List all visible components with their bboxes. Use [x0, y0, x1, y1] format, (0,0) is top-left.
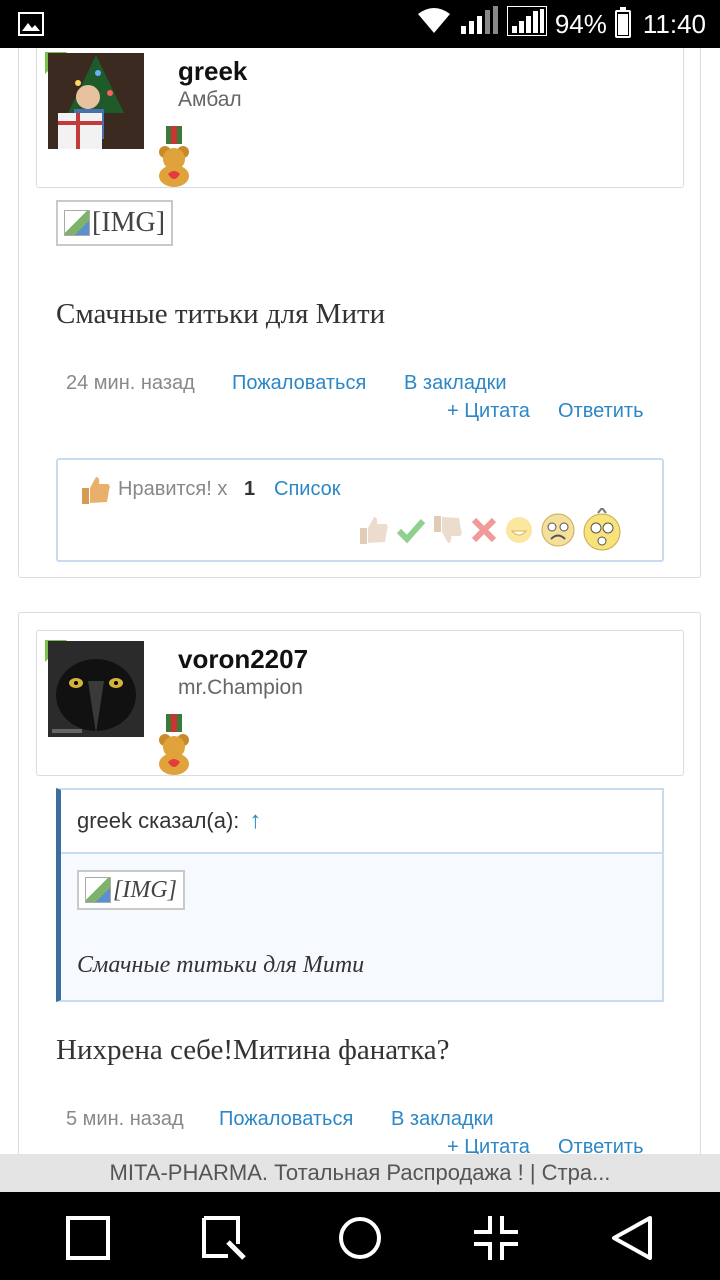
report-link[interactable]: Пожаловаться — [219, 1108, 353, 1131]
username[interactable]: greek — [178, 56, 247, 87]
quote-link[interactable]: + Цитата — [447, 1136, 530, 1154]
shocked-icon[interactable] — [582, 506, 622, 557]
quote-link[interactable]: + Цитата — [447, 400, 530, 423]
broken-image-icon — [85, 877, 111, 903]
username[interactable]: voron2207 — [178, 644, 308, 675]
post-message: Смачные титьки для Мити — [56, 298, 386, 330]
bookmark-link[interactable]: В закладки — [404, 372, 507, 395]
bookmark-link[interactable]: В закладки — [391, 1108, 494, 1131]
image-icon — [18, 12, 44, 41]
quote-image-placeholder[interactable]: [IMG] — [77, 870, 185, 910]
battery-percent: 94% — [554, 8, 607, 39]
quote-header: greek сказал(а): — [77, 808, 240, 833]
likes-label: Нравится! x — [118, 478, 228, 500]
page-title: MITA-PHARMA. Тотальная Распродажа ! | Ст… — [109, 1160, 611, 1185]
thread-content: greek Амбал [IMG] Смачные титьки для Мит… — [0, 48, 720, 1154]
status-bar: 94% 11:40 — [0, 0, 720, 48]
wifi-icon — [417, 7, 451, 41]
broken-image-icon — [64, 210, 90, 236]
teddy-bear-award-icon — [155, 126, 193, 193]
image-placeholder[interactable]: [IMG] — [56, 200, 174, 246]
square-icon[interactable] — [64, 1214, 112, 1262]
report-link[interactable]: Пожаловаться — [232, 372, 366, 395]
quote-block: greek сказал(а): ↑ [IMG] Смачные титьки … — [56, 788, 664, 1002]
clock: 11:40 — [642, 8, 706, 39]
post-time[interactable]: 24 мин. назад — [66, 372, 195, 395]
avatar[interactable] — [48, 53, 144, 149]
circle-icon[interactable] — [336, 1214, 384, 1262]
minimize-icon[interactable] — [472, 1214, 520, 1262]
avatar[interactable] — [48, 641, 144, 737]
post-message: Нихрена себе!Митина фанатка? — [56, 1034, 450, 1066]
like-icon[interactable] — [358, 514, 390, 551]
quote-text: Смачные титьки для Мити — [77, 952, 365, 978]
sad-icon[interactable] — [540, 512, 576, 553]
disagree-icon[interactable] — [470, 516, 498, 549]
funny-icon[interactable] — [504, 515, 534, 550]
user-title: mr.Champion — [178, 676, 303, 699]
search-square-icon[interactable] — [200, 1214, 248, 1262]
reply-link[interactable]: Ответить — [558, 1136, 644, 1154]
signal-icon — [505, 4, 548, 43]
likes-count: 1 — [244, 478, 256, 500]
quote-jump-arrow-icon[interactable]: ↑ — [249, 807, 261, 835]
agree-icon[interactable] — [396, 515, 426, 550]
thumbs-up-icon — [80, 474, 112, 511]
signal-icon — [459, 5, 499, 43]
user-title: Амбал — [178, 88, 242, 111]
teddy-bear-award-icon — [155, 714, 193, 781]
navigation-bar — [0, 1192, 720, 1280]
likes-list-link[interactable]: Список — [274, 478, 341, 501]
reply-link[interactable]: Ответить — [558, 400, 644, 423]
likes-panel: Нравится! x 1 Список — [56, 458, 664, 562]
page-title-bar[interactable]: MITA-PHARMA. Тотальная Распродажа ! | Ст… — [0, 1154, 720, 1192]
post-time[interactable]: 5 мин. назад — [66, 1108, 184, 1131]
battery-icon — [614, 7, 631, 38]
dislike-icon[interactable] — [432, 514, 464, 551]
back-triangle-icon[interactable] — [608, 1214, 656, 1262]
